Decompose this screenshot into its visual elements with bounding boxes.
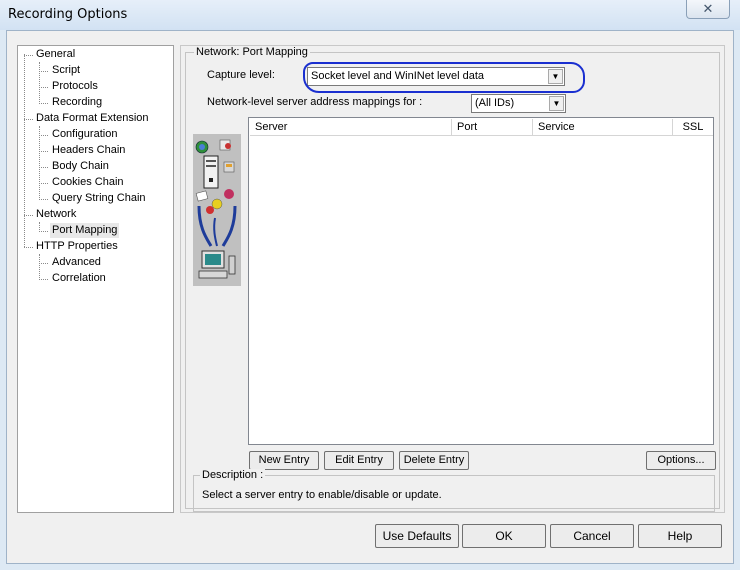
- tree-connector: [24, 55, 33, 56]
- capture-level-value: Socket level and WinINet level data: [311, 70, 485, 82]
- tree-item-general[interactable]: General: [34, 47, 77, 62]
- tree-connector: [39, 199, 48, 200]
- mappings-id-value: (All IDs): [475, 97, 515, 109]
- tree-item-network[interactable]: Network: [34, 207, 78, 222]
- tree-item-script[interactable]: Script: [50, 63, 82, 78]
- tree-connector: [39, 279, 48, 280]
- tree-connector: [39, 135, 48, 136]
- tree-item-configuration[interactable]: Configuration: [50, 127, 119, 142]
- title-bar: Recording Options ✕: [0, 0, 740, 30]
- tree-connector: [24, 247, 33, 248]
- tree-connector: [39, 254, 40, 278]
- capture-level-label: Capture level:: [207, 69, 275, 81]
- tree-connector: [39, 62, 40, 102]
- settings-panel: Network: Port Mapping Capture level: Soc…: [180, 45, 725, 513]
- options-tree[interactable]: General Script Protocols Recording Data Form…: [17, 45, 174, 513]
- tree-item-data-format-extension[interactable]: Data Format Extension: [34, 111, 151, 126]
- help-button[interactable]: Help: [638, 524, 722, 548]
- mappings-id-select[interactable]: (All IDs) ▼: [471, 94, 566, 113]
- tree-connector: [24, 54, 25, 247]
- network-diagram-icon: [193, 134, 241, 286]
- tree-item-query-string-chain[interactable]: Query String Chain: [50, 191, 148, 206]
- tree-connector: [39, 71, 48, 72]
- column-header-server[interactable]: Server: [250, 119, 452, 136]
- new-entry-button[interactable]: New Entry: [249, 451, 319, 470]
- tree-connector: [39, 263, 48, 264]
- delete-entry-button[interactable]: Delete Entry: [399, 451, 469, 470]
- tree-item-protocols[interactable]: Protocols: [50, 79, 100, 94]
- tree-item-body-chain[interactable]: Body Chain: [50, 159, 111, 174]
- tree-connector: [39, 183, 48, 184]
- tree-connector: [39, 126, 40, 198]
- close-icon[interactable]: ✕: [686, 0, 730, 19]
- column-header-service[interactable]: Service: [533, 119, 673, 136]
- mappings-label: Network-level server address mappings fo…: [207, 96, 423, 108]
- chevron-down-icon[interactable]: ▼: [549, 96, 564, 111]
- description-title: Description :: [200, 469, 266, 481]
- capture-level-select[interactable]: Socket level and WinINet level data ▼: [307, 67, 565, 86]
- group-title: Network: Port Mapping: [194, 46, 310, 58]
- tree-connector: [24, 119, 33, 120]
- tree-connector: [24, 215, 33, 216]
- port-mapping-group: Network: Port Mapping Capture level: Soc…: [185, 46, 720, 512]
- column-header-port[interactable]: Port: [452, 119, 533, 136]
- tree-item-advanced[interactable]: Advanced: [50, 255, 103, 270]
- description-text: Select a server entry to enable/disable …: [202, 489, 442, 501]
- tree-item-port-mapping[interactable]: Port Mapping: [50, 223, 120, 238]
- window-title: Recording Options: [8, 7, 128, 22]
- use-defaults-button[interactable]: Use Defaults: [375, 524, 459, 548]
- tree-item-correlation[interactable]: Correlation: [50, 271, 108, 286]
- tree-item-cookies-chain[interactable]: Cookies Chain: [50, 175, 126, 190]
- options-button[interactable]: Options...: [646, 451, 716, 470]
- ok-button[interactable]: OK: [462, 524, 546, 548]
- server-mapping-list[interactable]: Server Port Service SSL: [248, 117, 714, 445]
- description-box: Description : Select a server entry to e…: [193, 469, 715, 512]
- tree-item-recording[interactable]: Recording: [50, 95, 104, 110]
- tree-item-http-properties[interactable]: HTTP Properties: [34, 239, 120, 254]
- dialog-body: General Script Protocols Recording Data Form…: [6, 30, 734, 564]
- edit-entry-button[interactable]: Edit Entry: [324, 451, 394, 470]
- cancel-button[interactable]: Cancel: [550, 524, 634, 548]
- tree-connector: [39, 151, 48, 152]
- tree-connector: [39, 103, 48, 104]
- tree-connector: [39, 222, 40, 230]
- tree-connector: [39, 231, 48, 232]
- tree-item-headers-chain[interactable]: Headers Chain: [50, 143, 127, 158]
- column-header-ssl[interactable]: SSL: [673, 119, 713, 136]
- tree-connector: [39, 87, 48, 88]
- tree-connector: [39, 167, 48, 168]
- chevron-down-icon[interactable]: ▼: [548, 69, 563, 84]
